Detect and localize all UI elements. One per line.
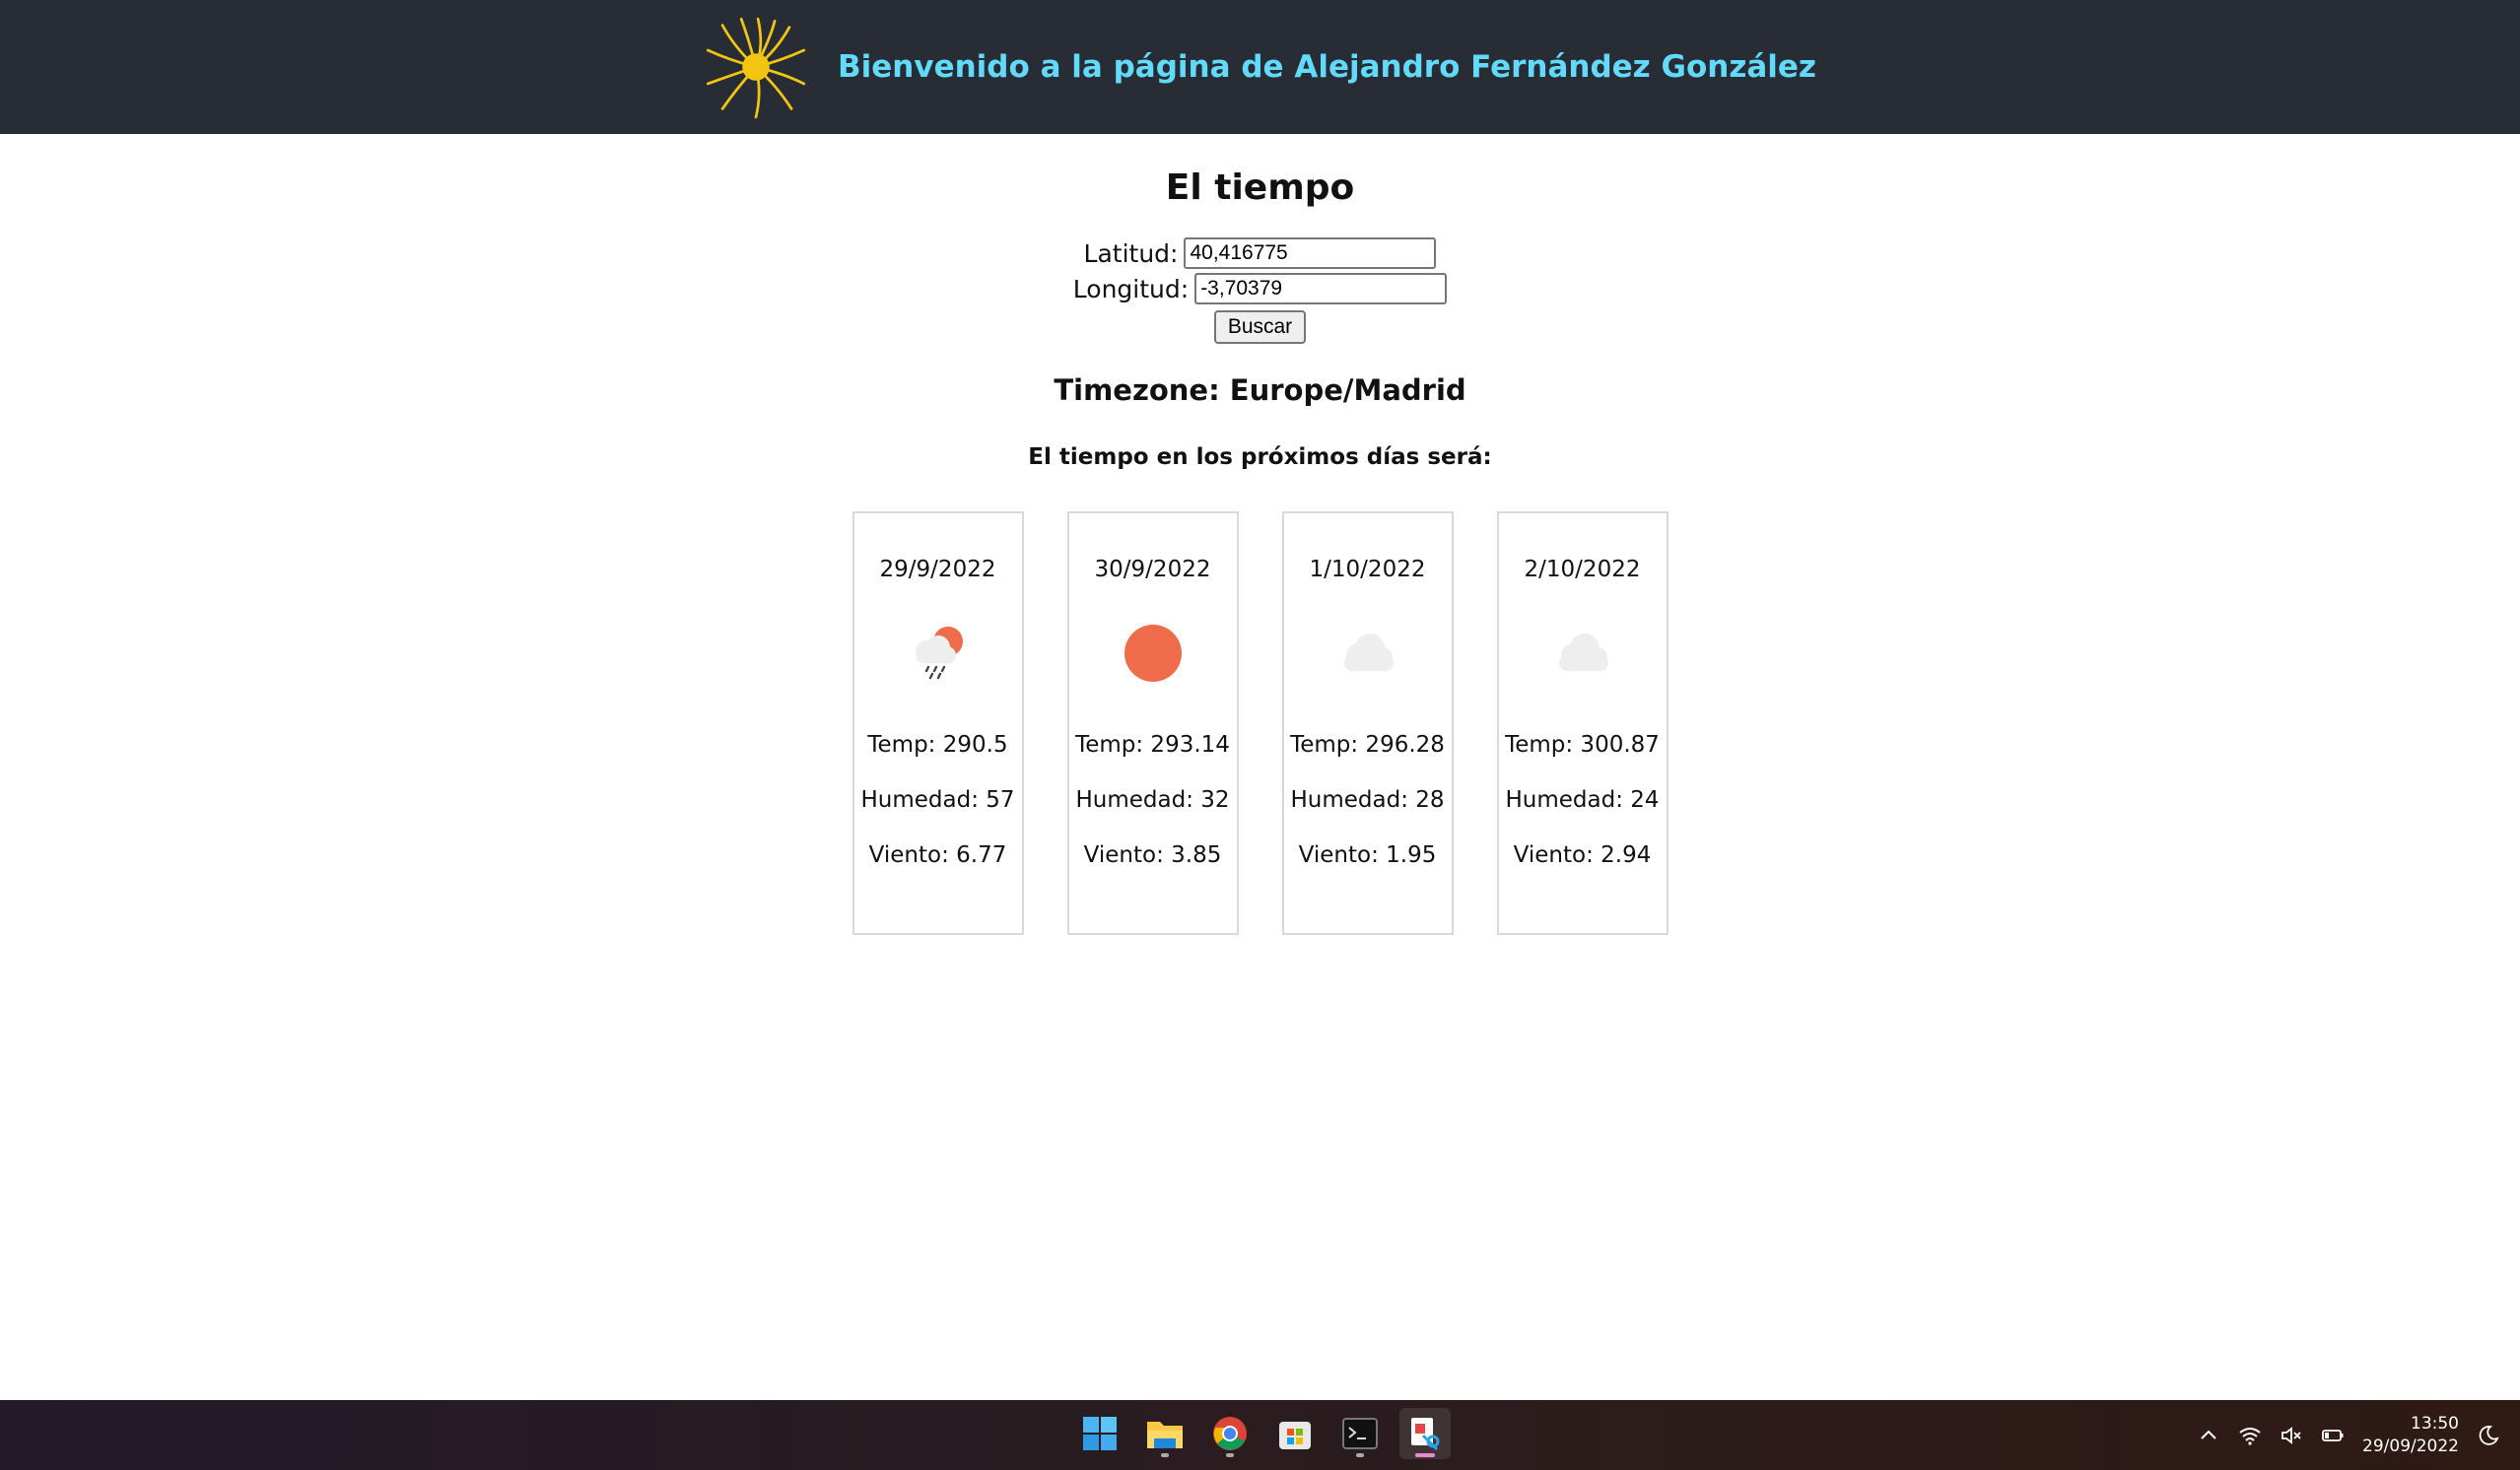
running-indicator: [1226, 1453, 1234, 1457]
latitude-label: Latitud:: [1083, 238, 1179, 268]
forecast-humidity: Humedad: 24: [1505, 787, 1660, 813]
main-content: El tiempo Latitud: Longitud: Buscar Time…: [0, 134, 2520, 935]
active-indicator: [1415, 1453, 1435, 1457]
terminal-button[interactable]: [1334, 1408, 1386, 1459]
forecast-date: 29/9/2022: [879, 557, 996, 582]
cloud-icon: [1558, 634, 1608, 671]
rain-sun-icon: [915, 627, 963, 680]
terminal-icon: [1342, 1418, 1378, 1449]
battery-icon[interactable]: [2321, 1424, 2345, 1447]
forecast-humidity: Humedad: 32: [1075, 787, 1230, 813]
timezone-heading: Timezone: Europe/Madrid: [1054, 373, 1466, 407]
longitude-input[interactable]: [1194, 273, 1448, 304]
clock-date: 29/09/2022: [2362, 1436, 2459, 1456]
chrome-icon: [1213, 1417, 1247, 1450]
forecast-card: 2/10/2022 Temp: 300.87 Humedad: 24 Vient…: [1496, 511, 1669, 935]
sun-icon: [1124, 625, 1182, 682]
longitude-row: Longitud:: [0, 273, 2520, 304]
header-title: Bienvenido a la página de Alejandro Fern…: [838, 49, 1816, 85]
clock[interactable]: 13:50 29/09/2022: [2362, 1413, 2459, 1458]
speaker-muted-icon[interactable]: [2280, 1424, 2303, 1447]
cloud-icon: [1343, 634, 1394, 671]
forecast-temp: Temp: 300.87: [1505, 732, 1660, 758]
windows-start-button[interactable]: [1074, 1408, 1125, 1459]
forecast-temp: Temp: 296.28: [1290, 732, 1445, 758]
taskbar: 13:50 29/09/2022: [0, 1400, 2520, 1470]
search-button[interactable]: Buscar: [1213, 310, 1307, 344]
site-header: Bienvenido a la página de Alejandro Fern…: [0, 0, 2520, 134]
chrome-button[interactable]: [1204, 1408, 1256, 1459]
chevron-up-icon[interactable]: [2197, 1424, 2220, 1447]
forecast-humidity: Humedad: 57: [860, 787, 1015, 813]
snipping-tool-button[interactable]: [1399, 1408, 1451, 1459]
forecast-card: 29/9/2022 Temp: 290.5 Humedad: 57 Viento…: [851, 511, 1024, 935]
clock-time: 13:50: [2411, 1413, 2459, 1434]
forecast-temp: Temp: 290.5: [867, 732, 1008, 758]
system-tray: 13:50 29/09/2022: [2197, 1400, 2500, 1470]
page-title: El tiempo: [1165, 167, 1355, 208]
forecast-date: 1/10/2022: [1309, 557, 1426, 582]
forecast-card: 30/9/2022 Temp: 293.14 Humedad: 32 Vient…: [1066, 511, 1239, 935]
forecast-temp: Temp: 293.14: [1075, 732, 1230, 758]
file-explorer-button[interactable]: [1139, 1408, 1191, 1459]
wifi-icon[interactable]: [2238, 1424, 2262, 1447]
forecast-cards: 29/9/2022 Temp: 290.5 Humedad: 57 Viento…: [0, 511, 2520, 935]
forecast-wind: Viento: 3.85: [1083, 842, 1222, 868]
snipping-tool-icon: [1411, 1418, 1440, 1451]
forecast-wind: Viento: 1.95: [1298, 842, 1437, 868]
latitude-row: Latitud:: [0, 237, 2520, 269]
forecast-heading: El tiempo en los próximos días será:: [1028, 444, 1492, 470]
forecast-card: 1/10/2022 Temp: 296.28 Humedad: 28 Vient…: [1281, 511, 1454, 935]
windows-start-icon: [1083, 1417, 1117, 1450]
running-indicator: [1356, 1453, 1364, 1457]
forecast-wind: Viento: 2.94: [1513, 842, 1652, 868]
forecast-humidity: Humedad: 28: [1290, 787, 1445, 813]
microsoft-store-icon: [1279, 1422, 1311, 1449]
microsoft-store-button[interactable]: [1269, 1408, 1321, 1459]
forecast-date: 2/10/2022: [1524, 557, 1641, 582]
forecast-wind: Viento: 6.77: [868, 842, 1007, 868]
latitude-input[interactable]: [1184, 237, 1437, 269]
running-indicator: [1161, 1453, 1169, 1457]
sun-logo-icon: [706, 17, 806, 119]
file-explorer-icon: [1147, 1422, 1183, 1448]
longitude-label: Longitud:: [1072, 274, 1190, 303]
forecast-date: 30/9/2022: [1094, 557, 1211, 582]
moon-icon[interactable]: [2477, 1424, 2500, 1447]
taskbar-apps: [1074, 1408, 1451, 1459]
